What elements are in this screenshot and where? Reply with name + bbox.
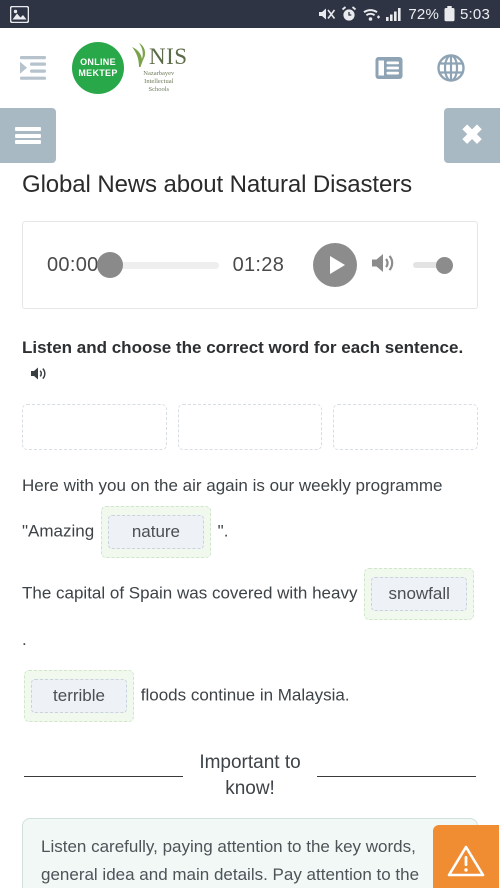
answer-dropzone[interactable]: snowfall [364,568,475,620]
online-mektep-logo: ONLINE MEKTEP [72,42,124,94]
answer-dropzone[interactable]: terrible [24,670,134,722]
battery-icon [444,6,455,22]
app-header-actions [372,51,484,85]
divider-line-right [316,775,477,777]
clock-time-label: 5:03 [460,5,490,23]
warning-triangle-icon [447,845,485,877]
divider-line-left [24,775,184,777]
sentence-text-after: . [22,630,27,649]
nis-logo-text: NIS [149,44,188,69]
sentence-item: The capital of Spain was covered with he… [22,568,478,660]
hamburger-menu-button[interactable] [0,108,56,163]
close-button[interactable]: ✖ [444,108,500,163]
tip-box: Listen carefully, paying attention to th… [22,818,499,888]
answer-word[interactable]: snowfall [371,577,468,611]
audio-seek-slider[interactable] [96,252,219,278]
speaker-icon [372,253,394,272]
volume-button[interactable] [371,251,399,280]
important-divider: Important to know! [22,750,478,802]
signal-icon [386,7,403,21]
globe-icon[interactable] [434,51,468,85]
tip-text: Listen carefully, paying attention to th… [41,837,420,884]
alarm-icon [341,6,357,22]
app-header: ONLINE MEKTEP NIS Nazarbayev Intellectua… [0,28,500,108]
play-icon [329,256,345,274]
answer-word[interactable]: nature [107,515,204,549]
close-x-icon: ✖ [460,120,484,150]
main-content: Global News about Natural Disasters 00:0… [0,171,500,888]
sentence-text-after: ". [217,521,229,541]
sentence-text-before: The capital of Spain was covered with he… [22,583,358,603]
word-bank-slot[interactable] [177,404,323,450]
word-bank-slot[interactable] [22,404,167,450]
task-instruction-text: Listen and choose the correct word for e… [22,338,464,357]
brand-logos: ONLINE MEKTEP NIS Nazarbayev Intellectua… [72,42,188,94]
logo-line-2: MEKTEP [78,68,118,78]
control-row: ✖ [0,108,500,166]
important-heading-line-2: know! [225,778,275,799]
word-bank-slot[interactable] [333,404,479,450]
answer-dropzone[interactable]: nature [100,506,211,558]
nis-sub-line-3: Schools [148,86,170,93]
status-bar-left [10,5,29,23]
indent-list-icon[interactable] [16,51,50,85]
battery-percent-label: 72% [408,5,439,23]
image-icon [10,5,29,23]
nis-sub-line-2: Intellectual [144,78,174,85]
audio-player: 00:00 01:28 [22,221,478,309]
content-list-icon[interactable] [372,51,406,85]
answer-word[interactable]: terrible [31,679,127,713]
play-button[interactable] [313,243,357,287]
audio-seek-thumb[interactable] [96,252,123,278]
volume-thumb[interactable] [436,256,453,274]
nis-logo: NIS Nazarbayev Intellectual Schools [130,42,188,94]
logo-line-1: ONLINE [80,57,116,67]
status-bar-right: 72% 5:03 [318,6,490,23]
mute-icon [318,6,336,22]
nis-leaf-icon [132,43,146,67]
audio-total-time: 01:28 [232,253,285,276]
page-title: Global News about Natural Disasters [22,171,413,198]
warning-badge [433,825,499,888]
sentence-text-after: floods continue in Malaysia. [140,685,350,705]
speaker-small-icon[interactable] [30,364,49,390]
audio-current-time: 00:00 [47,253,99,276]
sentence-list: Here with you on the air again is our we… [22,466,478,722]
sentence-item: terrible floods continue in Malaysia. [22,670,478,722]
sentence-item: Here with you on the air again is our we… [22,466,478,558]
sentence-text-before: Here with you on the air again is our we… [22,476,443,541]
audio-player-controls [313,243,453,287]
nis-sub-line-1: Nazarbayev [143,70,175,77]
word-bank [22,404,479,450]
volume-slider[interactable] [413,256,453,274]
wifi-icon [362,7,381,22]
status-bar: 72% 5:03 [0,0,500,28]
important-heading: Important to know! [183,750,316,802]
task-instruction: Listen and choose the correct word for e… [22,335,478,390]
important-heading-line-1: Important to [199,752,301,773]
hamburger-menu-icon [15,127,41,131]
